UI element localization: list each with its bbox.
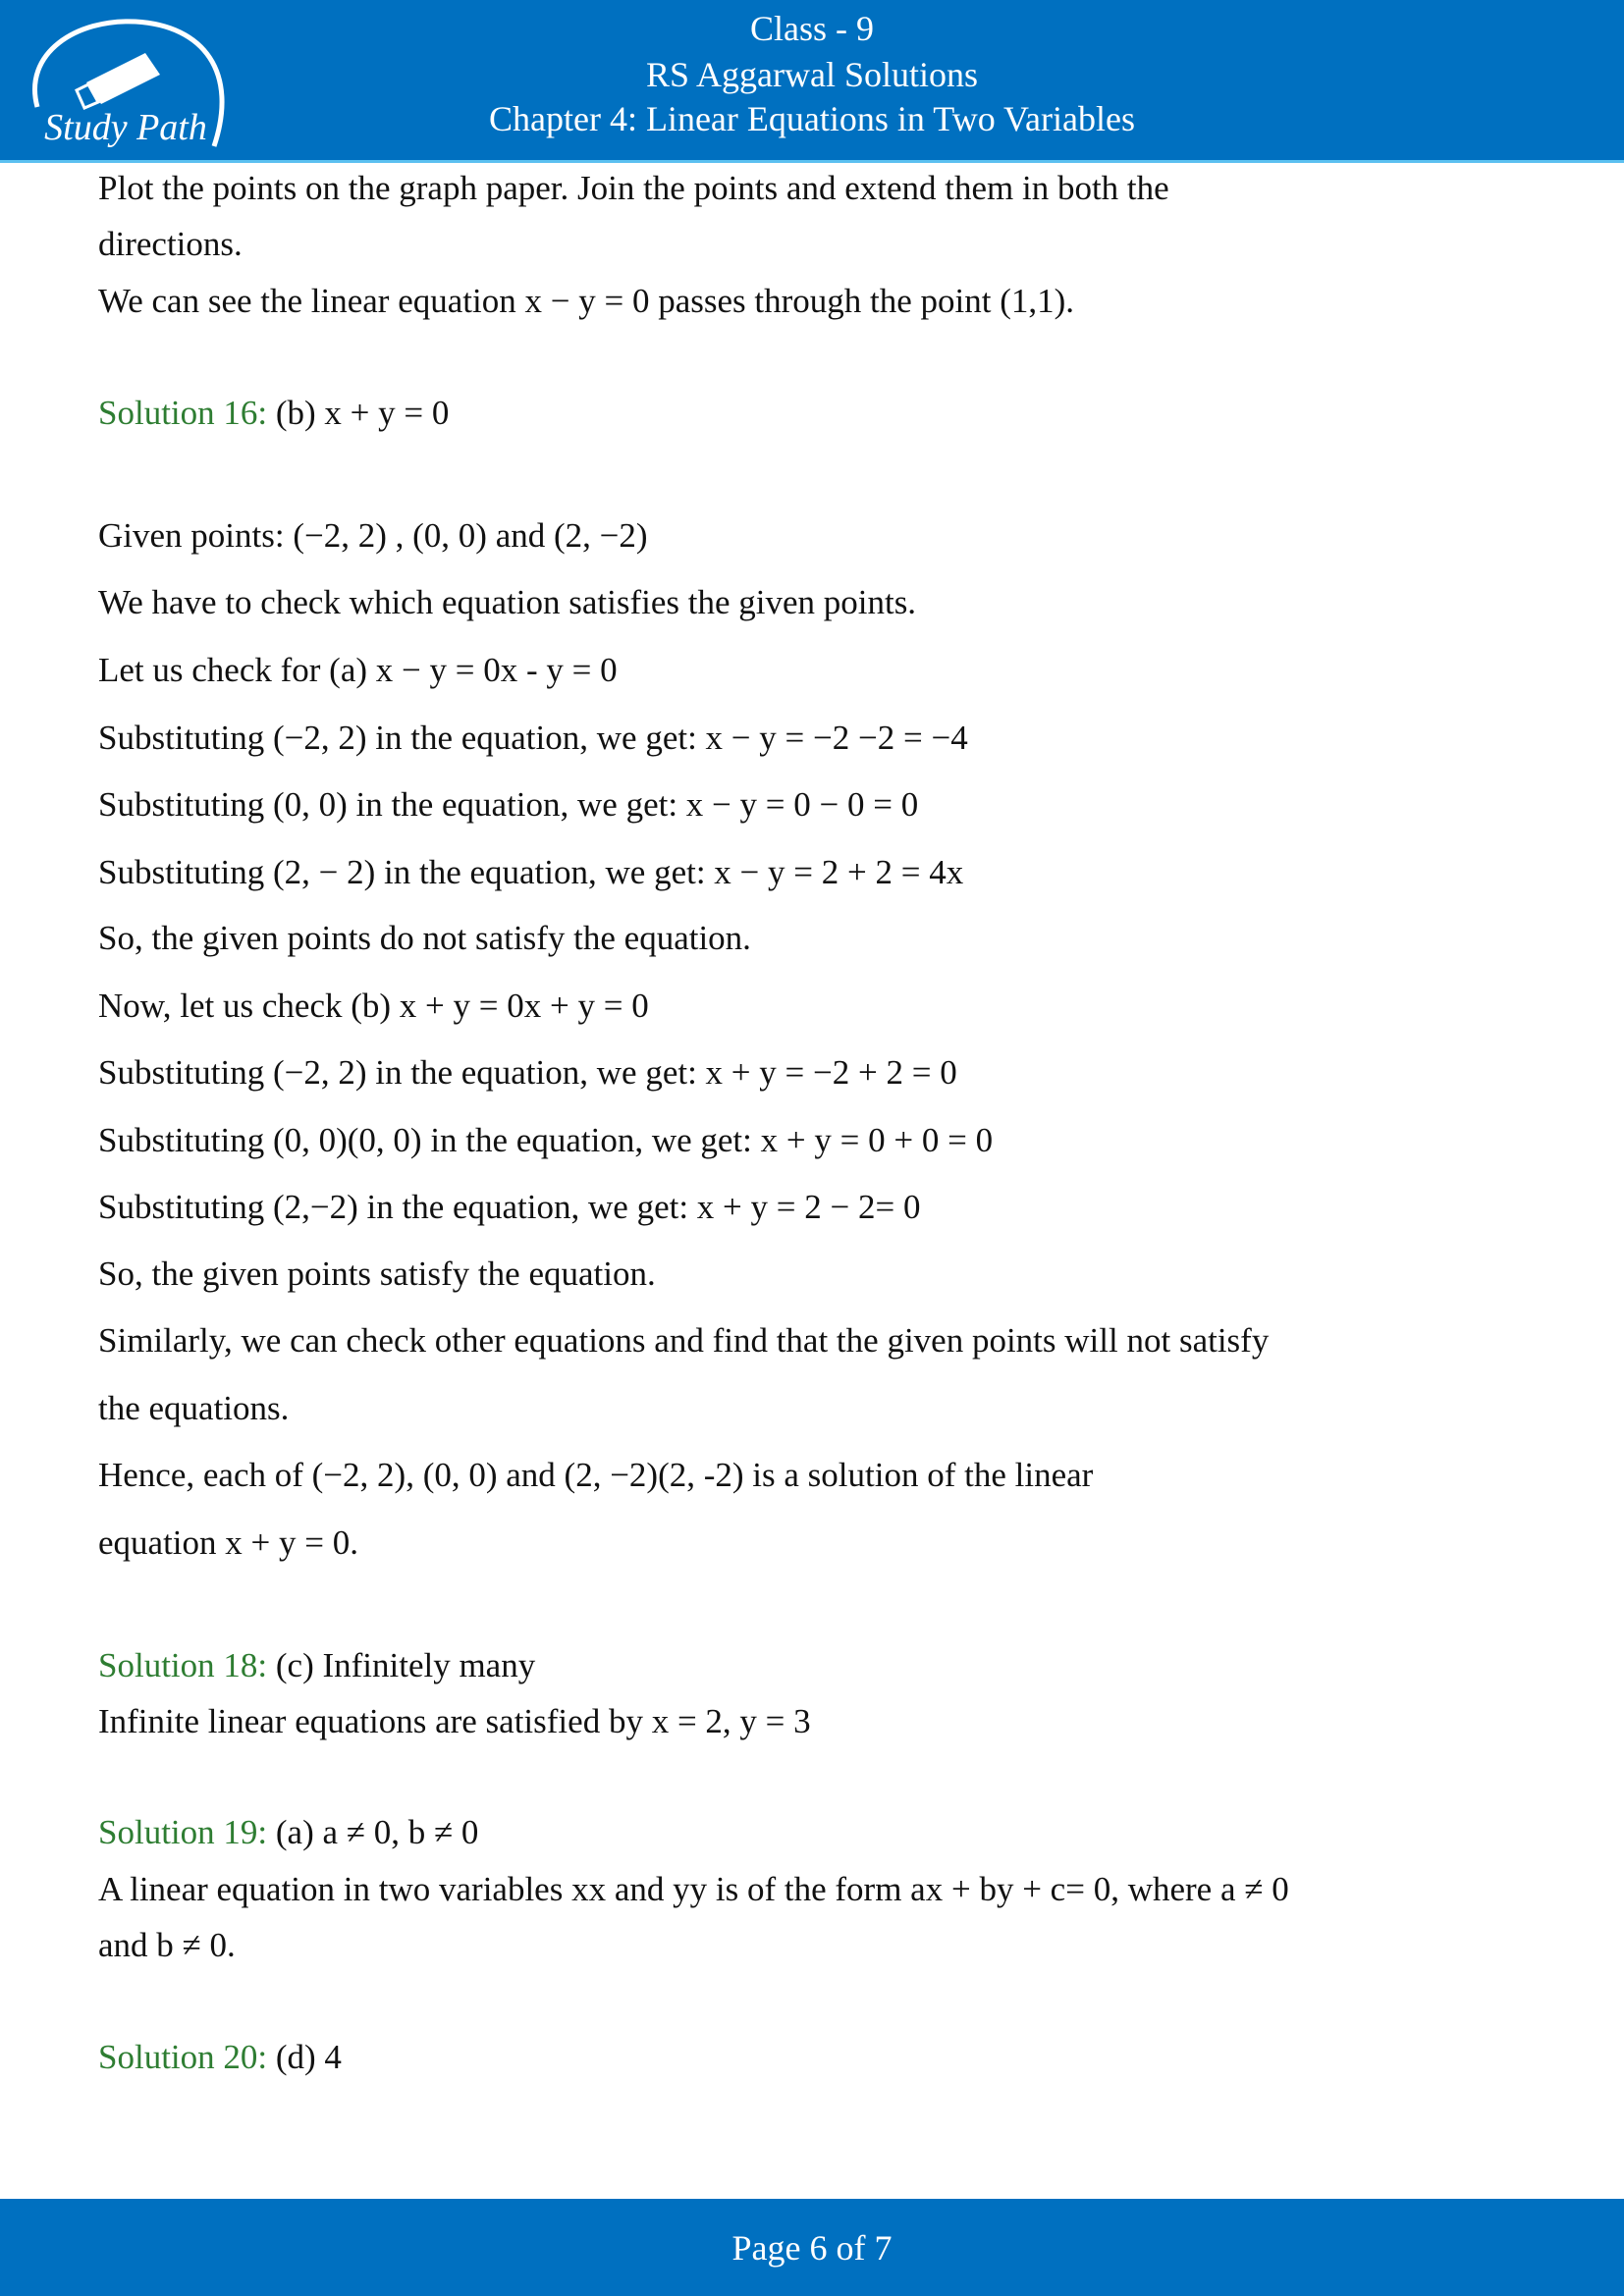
- page-of: of: [827, 2227, 875, 2268]
- header-chapter: Chapter 4: Linear Equations in Two Varia…: [488, 99, 1135, 138]
- text-line: Substituting (−2, 2) in the equation, we…: [98, 1053, 957, 1092]
- text-line: Similarly, we can check other equations …: [98, 1321, 1270, 1360]
- text-line: Substituting (2,−2) in the equation, we …: [98, 1188, 921, 1226]
- text-line: So, the given points do not satisfy the …: [98, 919, 751, 957]
- text-line: the equations.: [98, 1389, 290, 1427]
- text-line: Hence, each of (−2, 2), (0, 0) and (2, −…: [98, 1456, 1094, 1494]
- solution-answer: (c) Infinitely many: [267, 1646, 536, 1684]
- solution-18-heading: Solution 18: (c) Infinitely many: [98, 1646, 535, 1685]
- solution-answer: (a) a ≠ 0, b ≠ 0: [267, 1813, 479, 1851]
- text-line: We can see the linear equation x − y = 0…: [98, 282, 1075, 320]
- header-book: RS Aggarwal Solutions: [645, 55, 979, 94]
- text-line: Given points: (−2, 2) , (0, 0) and (2, −…: [98, 516, 648, 555]
- solution-label: Solution 20:: [98, 2038, 268, 2076]
- solution-label: Solution 19:: [98, 1813, 268, 1851]
- page-prefix: Page: [731, 2227, 810, 2268]
- text-line: Now, let us check (b) x + y = 0x + y = 0: [98, 987, 649, 1025]
- text-line: equation x + y = 0.: [98, 1523, 358, 1562]
- page-header: Study Path Class - 9 RS Aggarwal Solutio…: [0, 0, 1624, 163]
- text-line: Substituting (0, 0)(0, 0) in the equatio…: [98, 1121, 994, 1159]
- page-number: Page 6 of 7: [0, 2227, 1624, 2269]
- text-line: and b ≠ 0.: [98, 1926, 236, 1964]
- text-line: So, the given points satisfy the equatio…: [98, 1255, 656, 1293]
- page-current: 6: [809, 2227, 828, 2268]
- text-line: Substituting (−2, 2) in the equation, we…: [98, 719, 968, 757]
- solution-20-heading: Solution 20: (d) 4: [98, 2038, 342, 2077]
- text-line: directions.: [98, 225, 243, 263]
- solution-19-heading: Solution 19: (a) a ≠ 0, b ≠ 0: [98, 1813, 478, 1852]
- text-line: Substituting (2, − 2) in the equation, w…: [98, 853, 964, 891]
- solution-answer: (b) x + y = 0: [267, 394, 450, 432]
- page-footer: Page 6 of 7: [0, 2199, 1624, 2296]
- solution-16-heading: Solution 16: (b) x + y = 0: [98, 394, 449, 433]
- solution-answer: (d) 4: [267, 2038, 342, 2076]
- text-line: Infinite linear equations are satisfied …: [98, 1702, 811, 1740]
- text-line: We have to check which equation satisfie…: [98, 583, 917, 621]
- page-total: 7: [874, 2227, 893, 2268]
- solution-label: Solution 16:: [98, 394, 268, 432]
- text-line: Substituting (0, 0) in the equation, we …: [98, 785, 919, 824]
- text-line: Plot the points on the graph paper. Join…: [98, 169, 1169, 207]
- header-class: Class - 9: [750, 9, 874, 48]
- text-line: A linear equation in two variables xx an…: [98, 1870, 1289, 1908]
- solution-label: Solution 18:: [98, 1646, 268, 1684]
- text-line: Let us check for (a) x − y = 0x - y = 0: [98, 651, 618, 689]
